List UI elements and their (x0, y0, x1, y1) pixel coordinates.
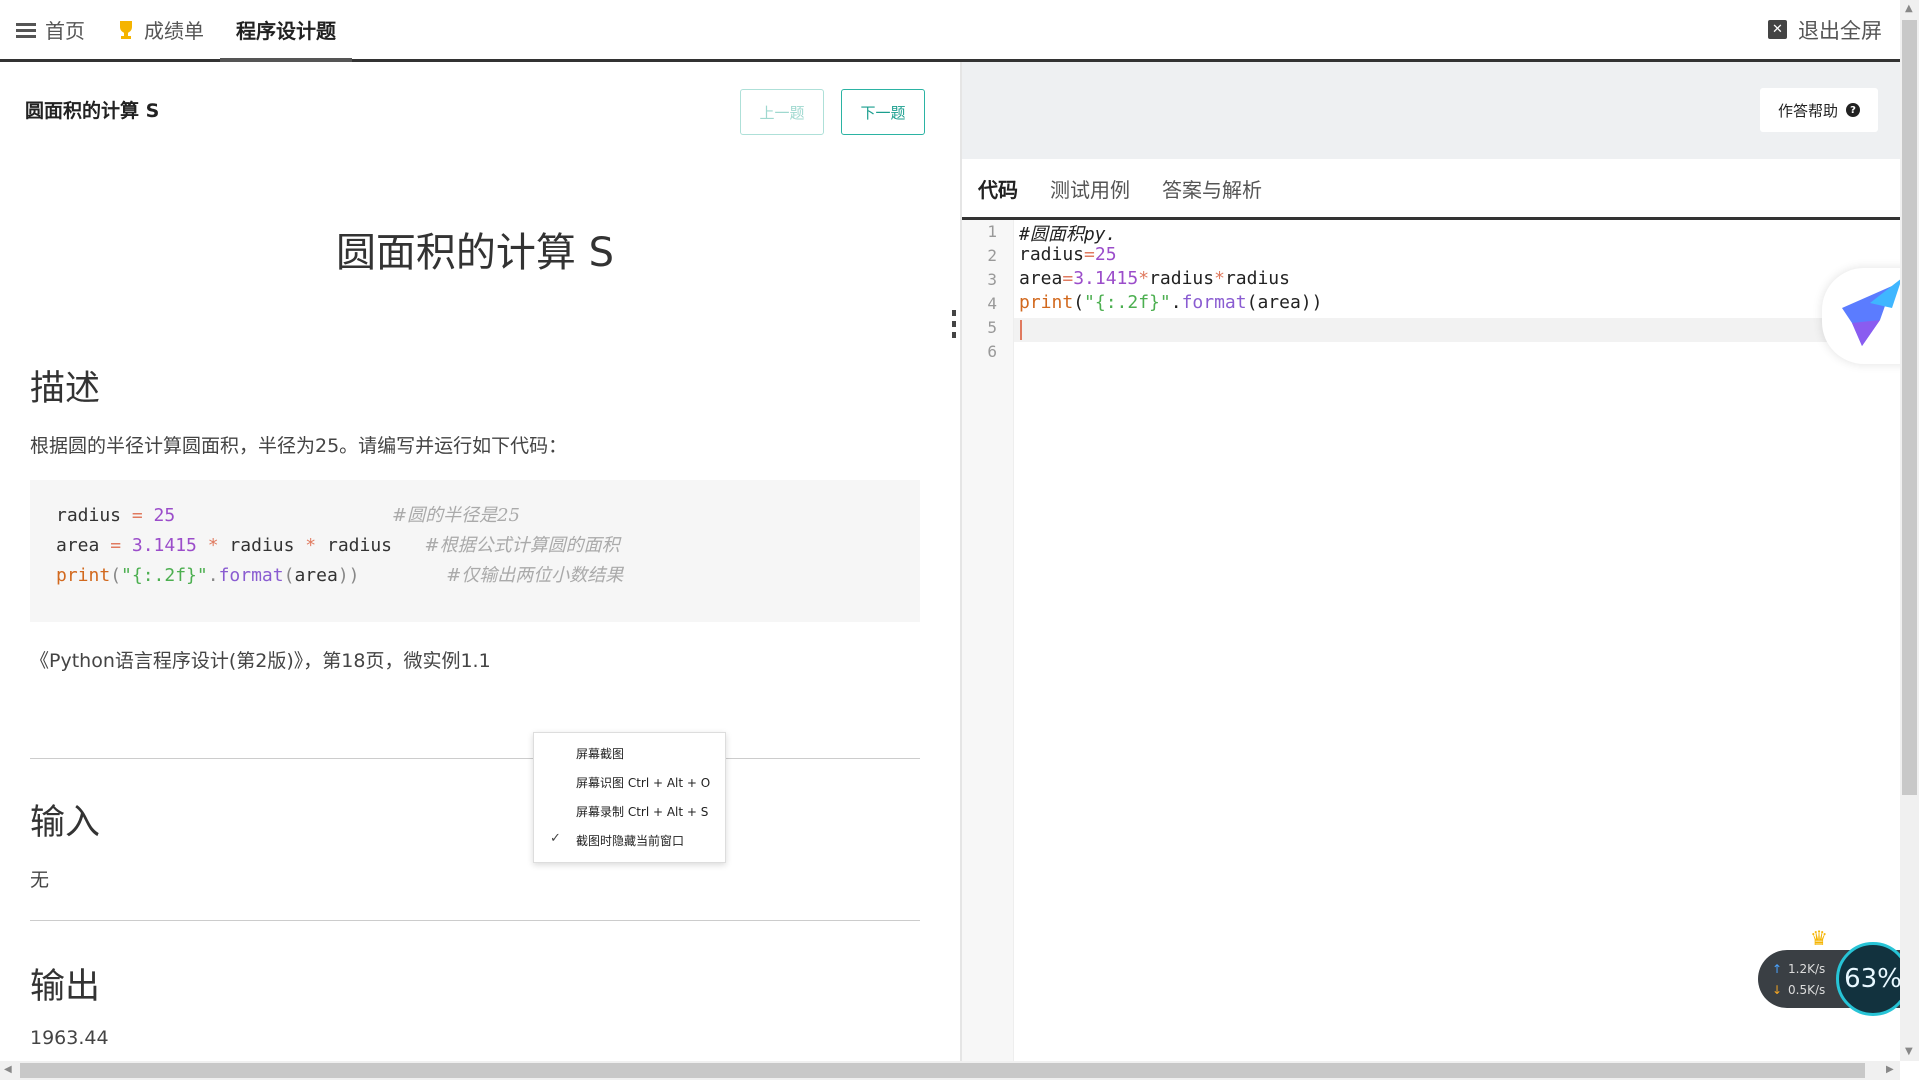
scrollbar-thumb[interactable] (20, 1063, 1865, 1078)
close-icon: ✕ (1768, 20, 1787, 39)
menu-item-screen-record[interactable]: 屏幕录制 Ctrl + Alt + S (576, 803, 708, 820)
nav-programming-label: 程序设计题 (236, 19, 336, 43)
nav-home[interactable]: 首页 (0, 0, 101, 59)
context-menu: 屏幕截图 屏幕识图 Ctrl + Alt + O 屏幕录制 Ctrl + Alt… (533, 732, 726, 863)
code-editor[interactable]: 1 2 3 4 5 6 #圆面积py. radius=25 area=3.141… (962, 220, 1900, 1061)
trophy-icon (117, 20, 135, 40)
input-heading: 输入 (30, 803, 101, 843)
scroll-right-icon[interactable]: ▶ (1886, 1064, 1894, 1075)
question-title: 圆面积的计算 S (25, 100, 160, 122)
nav-scores-label: 成绩单 (144, 19, 204, 43)
output-heading: 输出 (30, 967, 101, 1007)
code-line: radius = 25 #圆的半径是25 (56, 505, 520, 526)
tab-answer-analysis[interactable]: 答案与解析 (1146, 159, 1278, 217)
question-mark-icon: ? (1846, 103, 1860, 117)
exit-fullscreen-label: 退出全屏 (1798, 18, 1882, 43)
nav-programming[interactable]: 程序设计题 (220, 0, 352, 62)
answer-help-label: 作答帮助 (1777, 101, 1838, 120)
scroll-left-icon[interactable]: ◀ (4, 1064, 12, 1075)
code-line: print("{:.2f}".format(area)) #仅输出两位小数结果 (56, 565, 624, 586)
download-speed: 0.5K/s (1788, 983, 1826, 997)
exit-fullscreen-button[interactable]: ✕ 退出全屏 (1768, 0, 1882, 59)
question-heading: 圆面积的计算 S (335, 230, 615, 276)
top-nav: 首页 成绩单 程序设计题 ✕ 退出全屏 (0, 0, 1900, 62)
divider (30, 920, 920, 921)
answer-help-button[interactable]: 作答帮助 ? (1760, 88, 1878, 132)
scroll-down-icon[interactable]: ▼ (1905, 1046, 1913, 1057)
memory-percent-badge[interactable]: 63% (1836, 942, 1910, 1016)
editor-pane: 作答帮助 ? 代码 测试用例 答案与解析 1 2 3 4 5 6 #圆面积py.… (962, 62, 1900, 1061)
crown-icon: ♛ (1810, 926, 1828, 950)
bird-assistant-icon[interactable] (1822, 268, 1906, 364)
question-pane: 圆面积的计算 S 上一题 下一题 圆面积的计算 S 描述 根据圆的半径计算圆面积… (0, 62, 960, 1061)
line-number: 3 (987, 270, 997, 289)
code-sample: radius = 25 #圆的半径是25 area = 3.1415 * rad… (30, 480, 920, 622)
line-number: 1 (987, 222, 997, 241)
line-number: 4 (987, 294, 997, 313)
editor-line: #圆面积py. (1019, 224, 1117, 245)
upload-arrow-icon: ↑ (1772, 962, 1783, 976)
scroll-up-icon[interactable]: ▲ (1905, 3, 1913, 14)
prev-question-button[interactable]: 上一题 (740, 89, 824, 135)
output-text: 1963.44 (30, 1027, 109, 1049)
current-line-highlight (1014, 318, 1900, 342)
editor-line: area=3.1415*radius*radius (1019, 268, 1290, 289)
editor-header: 作答帮助 ? (962, 62, 1900, 159)
line-number: 5 (987, 318, 997, 337)
reference-text: 《Python语言程序设计(第2版)》，第18页，微实例1.1 (30, 650, 491, 672)
checkmark-icon: ✓ (550, 831, 561, 846)
tab-code[interactable]: 代码 (962, 159, 1034, 217)
input-text: 无 (30, 869, 50, 891)
line-number: 2 (987, 246, 997, 265)
nav-home-label: 首页 (45, 19, 85, 43)
description-text: 根据圆的半径计算圆面积，半径为25。请编写并运行如下代码： (30, 435, 568, 457)
nav-scores[interactable]: 成绩单 (101, 0, 220, 59)
code-line: area = 3.1415 * radius * radius #根据公式计算圆… (56, 535, 620, 556)
editor-line: print("{:.2f}".format(area)) (1019, 292, 1323, 313)
upload-speed: 1.2K/s (1788, 962, 1826, 976)
drag-handle-icon[interactable] (952, 310, 957, 343)
tab-test-cases[interactable]: 测试用例 (1034, 159, 1146, 217)
line-number: 6 (987, 342, 997, 361)
horizontal-scrollbar[interactable]: ◀ ▶ (0, 1061, 1900, 1080)
menu-item-screenshot[interactable]: 屏幕截图 (576, 745, 624, 762)
scrollbar-thumb[interactable] (1902, 20, 1917, 795)
list-icon (16, 22, 36, 38)
line-gutter: 1 2 3 4 5 6 (962, 220, 1014, 1061)
text-caret (1020, 320, 1022, 340)
divider (30, 758, 920, 759)
menu-item-hide-window[interactable]: 截图时隐藏当前窗口 (576, 832, 684, 849)
editor-tabs: 代码 测试用例 答案与解析 (962, 159, 1900, 220)
next-question-button[interactable]: 下一题 (841, 89, 925, 135)
description-heading: 描述 (30, 369, 101, 409)
menu-item-screen-ocr[interactable]: 屏幕识图 Ctrl + Alt + O (576, 774, 710, 791)
download-arrow-icon: ↓ (1772, 983, 1783, 997)
editor-line: radius=25 (1019, 244, 1117, 265)
vertical-scrollbar[interactable]: ▲ ▼ (1900, 0, 1919, 1061)
